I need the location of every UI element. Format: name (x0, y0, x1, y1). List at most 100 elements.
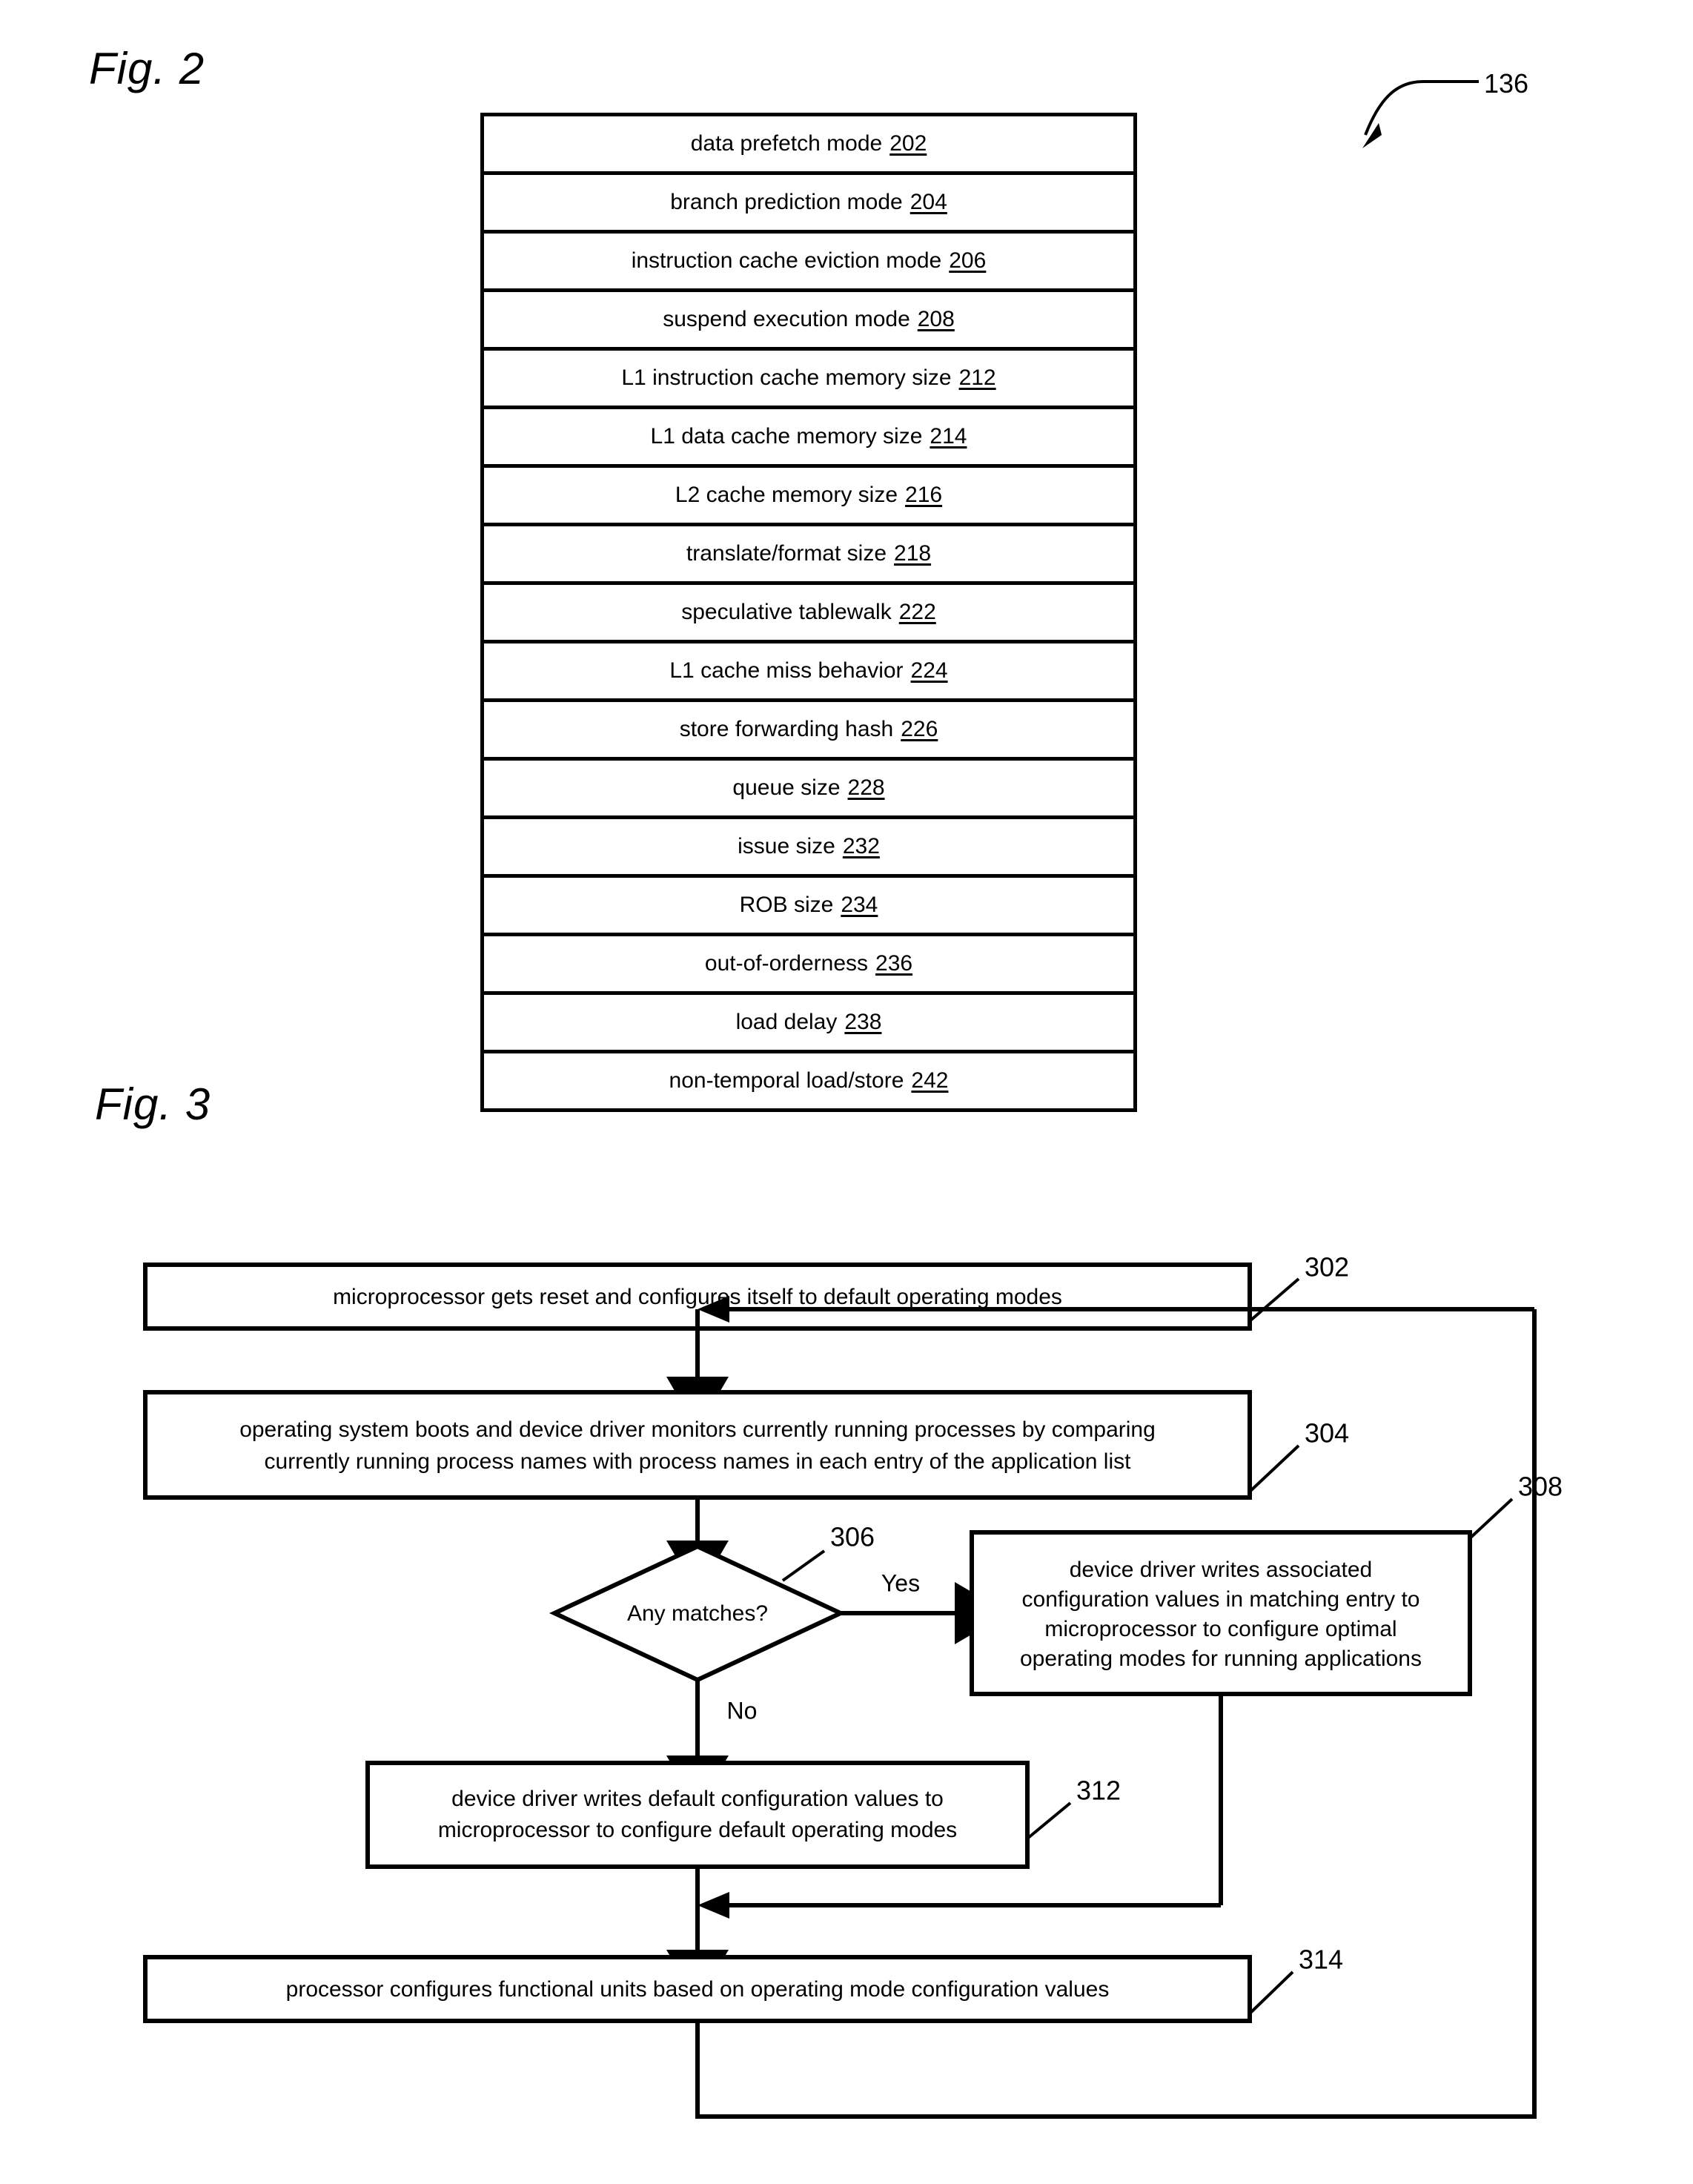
leader-312 (1026, 1801, 1072, 1840)
table-row: translate/format size 218 (482, 524, 1136, 585)
config-entry-cell: speculative tablewalk 222 (482, 583, 1136, 643)
config-entry-reference: 236 (875, 951, 913, 976)
figure-3-label: Fig. 3 (95, 1079, 211, 1129)
table-row: branch prediction mode 204 (482, 173, 1136, 234)
config-entry-cell: translate/format size 218 (482, 524, 1136, 585)
config-entry-label: L1 instruction cache memory size (621, 365, 952, 390)
table-row: L1 cache miss behavior 224 (482, 641, 1136, 702)
config-entry-label: ROB size (739, 893, 834, 917)
config-entry-cell: data prefetch mode 202 (482, 114, 1136, 175)
config-entry-reference: 218 (894, 541, 932, 566)
config-entry-cell: ROB size 234 (482, 876, 1136, 936)
operating-mode-config-table: data prefetch mode 202 branch prediction m… (480, 113, 1137, 1112)
reference-number-136: 136 (1484, 68, 1529, 99)
leader-314 (1248, 1970, 1294, 2015)
config-entry-label: non-temporal load/store (669, 1068, 904, 1093)
figure-3-flowchart: microprocessor gets reset and configures… (143, 1252, 1563, 2119)
reference-number-312: 312 (1076, 1776, 1121, 1806)
config-entry-cell: non-temporal load/store 242 (483, 1052, 1136, 1111)
config-entry-reference: 214 (930, 424, 967, 449)
flow-box-308-line-3: operating modes for running applications (1020, 1647, 1422, 1671)
config-entry-reference: 226 (901, 717, 938, 741)
config-entry-cell: issue size 232 (482, 817, 1136, 878)
table-row: L2 cache memory size 216 (482, 466, 1136, 526)
config-entry-reference: 238 (844, 1010, 882, 1034)
config-entry-cell: L1 data cache memory size 214 (482, 407, 1136, 468)
table-row: load delay 238 (482, 993, 1136, 1053)
config-entry-cell: L1 cache miss behavior 224 (482, 641, 1136, 702)
config-entry-cell: L1 instruction cache memory size 212 (482, 348, 1136, 409)
reference-number-304: 304 (1305, 1418, 1349, 1449)
config-entry-cell: branch prediction mode 204 (482, 173, 1136, 234)
config-entry-cell: suspend execution mode 208 (482, 290, 1136, 351)
config-entry-label: load delay (735, 1010, 838, 1034)
flow-decision-306-label: Any matches? (627, 1601, 768, 1626)
reference-callout-136: 136 (1349, 58, 1542, 154)
config-entry-reference: 204 (910, 190, 947, 214)
config-entry-cell: instruction cache eviction mode 206 (482, 231, 1136, 292)
config-entry-reference: 234 (841, 893, 878, 917)
flow-box-302-line-0: microprocessor gets reset and configures… (333, 1285, 1062, 1309)
config-entry-reference: 216 (905, 483, 943, 507)
table-row: L1 data cache memory size 214 (482, 407, 1136, 468)
reference-number-308: 308 (1518, 1472, 1563, 1502)
config-entry-reference: 208 (917, 307, 955, 331)
figure-2-label: Fig. 2 (89, 44, 205, 93)
flow-box-314-line-0: processor configures functional units ba… (286, 1977, 1110, 2002)
flow-box-308-line-1: configuration values in matching entry t… (1022, 1587, 1420, 1612)
leader-306 (781, 1549, 826, 1582)
table-row: issue size 232 (482, 817, 1136, 878)
config-entry-cell: out-of-orderness 236 (482, 934, 1136, 995)
leader-304 (1248, 1444, 1300, 1493)
config-entry-label: branch prediction mode (670, 190, 903, 214)
flow-box-304-line-0: operating system boots and device driver… (239, 1417, 1156, 1442)
config-entry-reference: 242 (911, 1068, 949, 1093)
config-entry-label: L1 cache miss behavior (669, 658, 904, 683)
config-entry-label: L1 data cache memory size (650, 424, 923, 449)
config-entry-cell: store forwarding hash 226 (482, 700, 1136, 761)
config-entry-label: store forwarding hash (679, 717, 894, 741)
table-row: queue size 228 (482, 758, 1136, 819)
flow-box-304 (143, 1390, 1252, 1500)
config-entry-cell: queue size 228 (482, 758, 1136, 819)
flow-box-304-line-1: currently running process names with pro… (265, 1449, 1132, 1474)
flow-box-312-line-1: microprocessor to configure default oper… (438, 1818, 957, 1842)
flow-box-312-line-0: device driver writes default configurati… (451, 1787, 944, 1811)
merge-arrowhead-308 (698, 1892, 729, 1919)
leader-308 (1468, 1498, 1514, 1540)
config-entry-cell: load delay 238 (482, 993, 1136, 1053)
table-row: non-temporal load/store 242 (483, 1052, 1136, 1111)
flow-box-308-line-2: microprocessor to configure optimal (1044, 1617, 1397, 1641)
table-row: data prefetch mode 202 (482, 114, 1136, 175)
config-entry-label: L2 cache memory size (675, 483, 898, 507)
table-row: out-of-orderness 236 (482, 934, 1136, 995)
flow-box-308-line-0: device driver writes associated (1070, 1558, 1373, 1582)
config-entry-label: issue size (738, 834, 835, 858)
flow-box-312 (365, 1761, 1030, 1869)
config-entry-reference: 222 (898, 600, 936, 624)
leader-302 (1248, 1277, 1300, 1323)
config-entry-label: suspend execution mode (663, 307, 910, 331)
config-entry-reference: 224 (910, 658, 948, 683)
table-row: speculative tablewalk 222 (482, 583, 1136, 643)
reference-number-314: 314 (1299, 1945, 1343, 1975)
config-entry-cell: L2 cache memory size 216 (482, 466, 1136, 526)
config-entry-label: queue size (732, 775, 841, 800)
config-entry-label: out-of-orderness (704, 951, 869, 976)
branch-label-yes: Yes (881, 1569, 920, 1596)
config-entry-reference: 232 (842, 834, 880, 858)
config-entry-label: data prefetch mode (690, 131, 883, 156)
table-row: instruction cache eviction mode 206 (482, 231, 1136, 292)
config-entry-label: instruction cache eviction mode (631, 248, 942, 273)
reference-number-302: 302 (1305, 1252, 1349, 1283)
table-row: store forwarding hash 226 (482, 700, 1136, 761)
branch-label-no: No (727, 1697, 758, 1724)
config-entry-reference: 212 (958, 365, 996, 390)
config-entry-label: speculative tablewalk (681, 600, 892, 624)
config-entry-reference: 206 (949, 248, 987, 273)
config-entry-reference: 202 (889, 131, 927, 156)
table-row: L1 instruction cache memory size 212 (482, 348, 1136, 409)
config-entry-label: translate/format size (686, 541, 887, 566)
table-row: ROB size 234 (482, 876, 1136, 936)
patent-figure-sheet: Fig. 2 data prefetch mode 202 branch predi… (0, 0, 1693, 2184)
